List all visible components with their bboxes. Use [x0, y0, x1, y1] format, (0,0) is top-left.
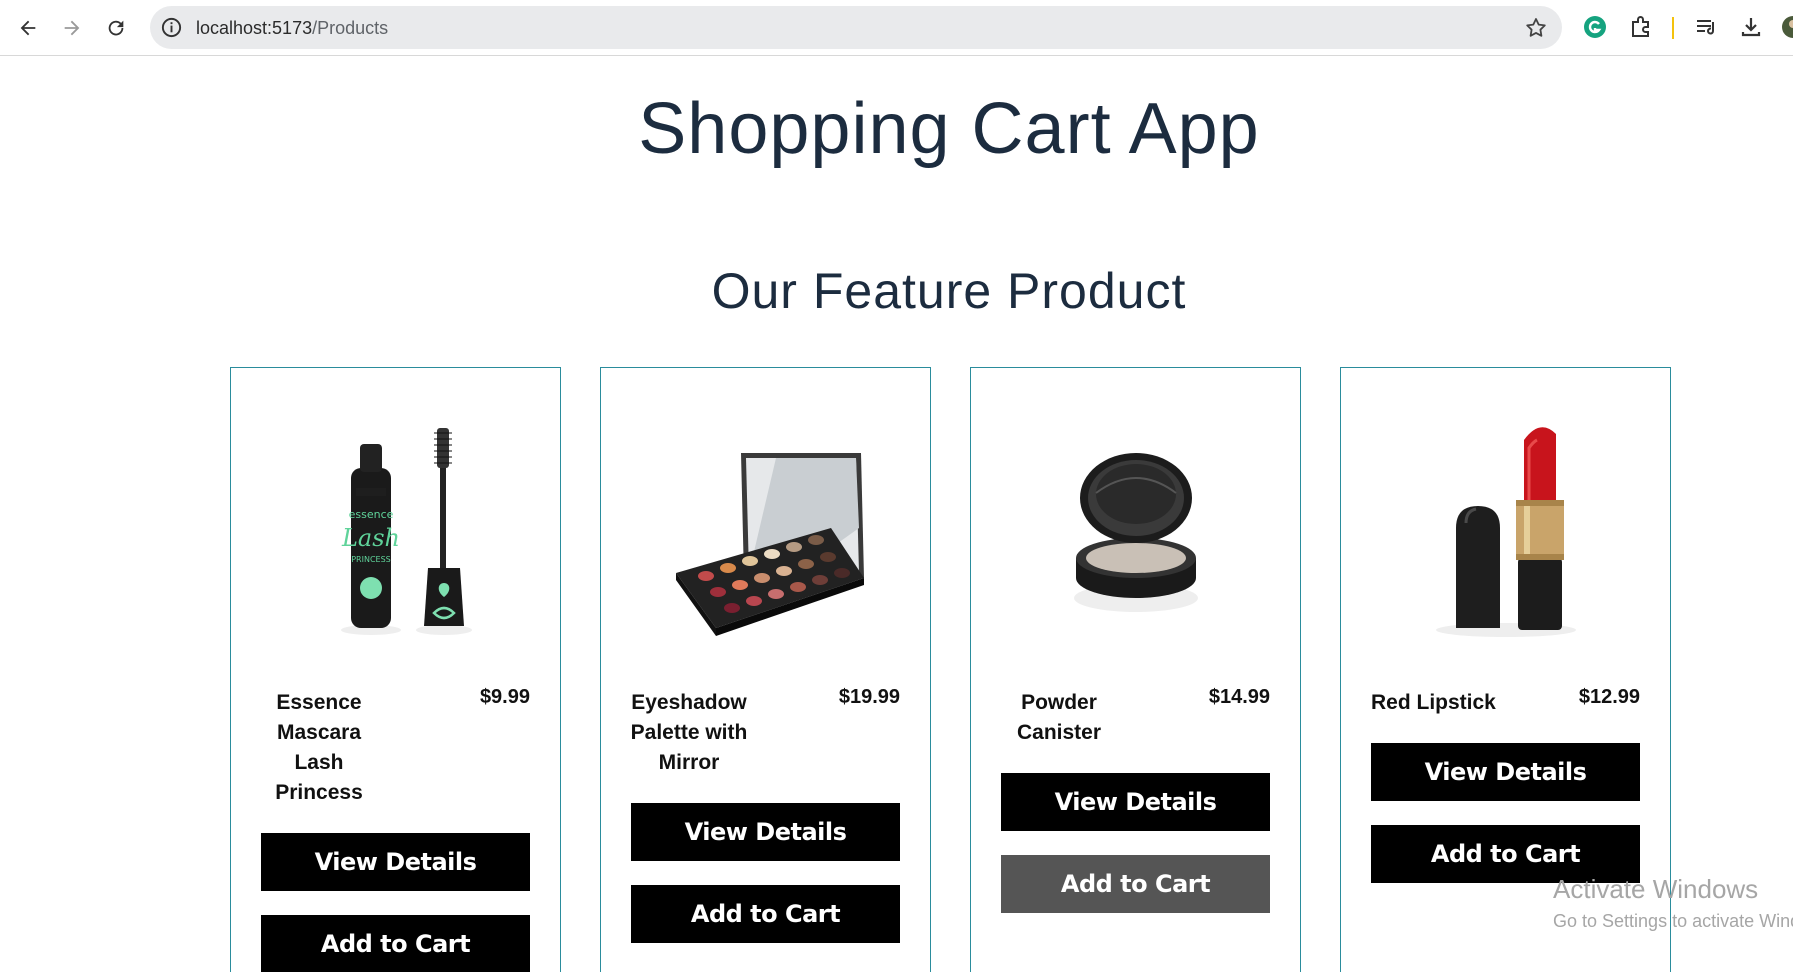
mascara-product-image: essence Lash PRINCESS — [340, 428, 472, 635]
svg-text:essence: essence — [348, 508, 393, 521]
view-details-button[interactable]: View Details — [261, 833, 530, 891]
extensions-puzzle-icon[interactable] — [1628, 14, 1654, 40]
product-price: $14.99 — [1208, 686, 1270, 708]
browser-toolbar: localhost:5173/Products — [0, 0, 1793, 56]
view-details-button[interactable]: View Details — [631, 803, 900, 861]
add-to-cart-button[interactable]: Add to Cart — [261, 915, 530, 972]
svg-text:Lash: Lash — [340, 524, 399, 552]
windows-activation-watermark: Activate Windows Go to Settings to activ… — [1553, 874, 1793, 932]
downloads-icon[interactable] — [1738, 14, 1764, 40]
url-host: localhost:5173 — [196, 18, 313, 38]
page-title: Shopping Cart App — [638, 89, 1260, 169]
view-details-button[interactable]: View Details — [1371, 743, 1640, 801]
profile-avatar[interactable] — [1780, 14, 1793, 40]
reload-icon — [108, 20, 124, 36]
site-info-icon[interactable] — [160, 16, 183, 39]
add-to-cart-button[interactable]: Add to Cart — [1001, 855, 1270, 913]
powder-canister-product-image — [1073, 453, 1198, 612]
grammarly-extension-icon[interactable] — [1582, 14, 1608, 40]
product-name: Red Lipstick — [1371, 691, 1496, 714]
product-price: $9.99 — [479, 686, 530, 708]
back-button[interactable] — [10, 10, 46, 46]
product-name: Essence Mascara Lash Princess — [275, 691, 363, 804]
arrow-left-icon — [20, 20, 36, 36]
reload-button[interactable] — [98, 10, 134, 46]
product-card: essence Lash PRINCESS Essence Mascara La… — [230, 367, 561, 972]
forward-button[interactable] — [54, 10, 90, 46]
product-name: Powder Canister — [1016, 691, 1102, 744]
media-controls-icon[interactable] — [1694, 14, 1720, 40]
bookmark-star-icon[interactable] — [1524, 16, 1548, 40]
product-card: Powder Canister $14.99 View Details Add … — [970, 367, 1301, 972]
toolbar-separator — [1672, 17, 1674, 39]
svg-text:PRINCESS: PRINCESS — [351, 555, 391, 564]
add-to-cart-button[interactable]: Add to Cart — [631, 885, 900, 943]
url-path: /Products — [312, 18, 389, 38]
watermark-title: Activate Windows — [1553, 874, 1759, 904]
address-bar[interactable]: localhost:5173/Products — [150, 6, 1562, 49]
red-lipstick-product-image — [1435, 427, 1576, 637]
product-card: Eyeshadow Palette with Mirror $19.99 Vie… — [600, 367, 931, 972]
view-details-button[interactable]: View Details — [1001, 773, 1270, 831]
section-title: Our Feature Product — [711, 263, 1187, 319]
watermark-subtitle: Go to Settings to activate Windows. — [1553, 911, 1793, 931]
product-price: $12.99 — [1578, 686, 1640, 708]
product-name: Eyeshadow Palette with Mirror — [630, 691, 748, 774]
arrow-right-icon — [64, 20, 80, 36]
product-price: $19.99 — [838, 686, 900, 708]
url-text: localhost:5173/Products — [196, 18, 388, 39]
eyeshadow-palette-product-image — [675, 453, 864, 636]
